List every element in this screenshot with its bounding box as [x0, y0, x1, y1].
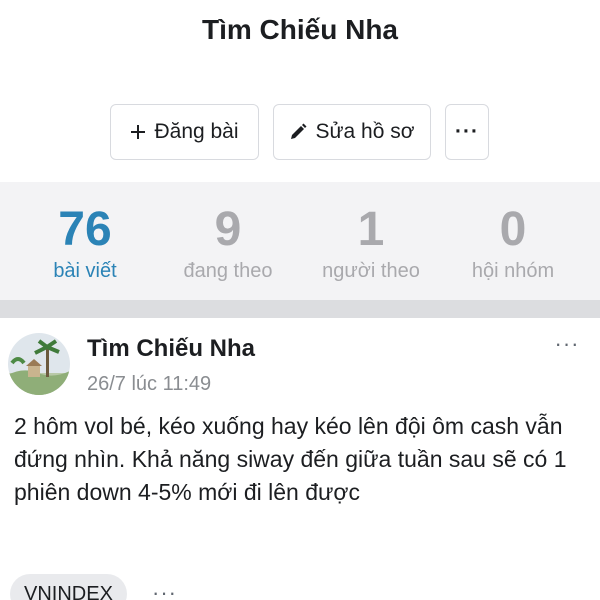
section-divider — [0, 300, 600, 318]
stat-posts-count: 76 — [58, 203, 112, 256]
post-timestamp[interactable]: 26/7 lúc 11:49 — [87, 373, 211, 396]
stat-following-count: 9 — [214, 203, 242, 256]
post-menu-icon[interactable]: ··· — [550, 333, 584, 358]
stat-followers-label: người theo — [322, 260, 420, 282]
post-card: Tìm Chiếu Nha 26/7 lúc 11:49 ··· 2 hôm v… — [0, 318, 600, 600]
avatar[interactable] — [8, 333, 70, 395]
edit-profile-label: Sửa hồ sơ — [315, 120, 415, 143]
post-content: 2 hôm vol bé, kéo xuống hay kéo lên đội … — [14, 413, 567, 505]
stat-groups[interactable]: 0 hội nhóm — [438, 182, 588, 300]
stat-groups-label: hội nhóm — [471, 260, 555, 282]
stat-followers-count: 1 — [357, 203, 385, 256]
more-icon: ··· — [455, 120, 479, 143]
create-post-button[interactable]: Đăng bài — [110, 104, 259, 160]
stat-posts[interactable]: 76 bài viết — [10, 182, 160, 300]
more-options-button[interactable]: ··· — [445, 104, 489, 160]
profile-name: Tìm Chiếu Nha — [201, 14, 398, 45]
post-tag[interactable]: VNINDEX — [10, 574, 127, 600]
stat-posts-label: bài viết — [53, 260, 117, 282]
stat-following[interactable]: 9 đang theo — [153, 182, 303, 300]
stat-following-label: đang theo — [183, 260, 273, 282]
post-author[interactable]: Tìm Chiếu Nha — [87, 335, 255, 363]
stat-groups-count: 0 — [499, 203, 527, 256]
pencil-icon — [289, 123, 307, 141]
profile-actions: Đăng bài Sửa hồ sơ ··· — [0, 104, 600, 160]
edit-profile-button[interactable]: Sửa hồ sơ — [273, 104, 431, 160]
create-post-label: Đăng bài — [154, 120, 239, 143]
profile-stats: 76 bài viết 9 đang theo 1 người theo 0 h… — [0, 182, 600, 300]
plus-icon — [130, 124, 146, 140]
stat-followers[interactable]: 1 người theo — [296, 182, 446, 300]
tag-more-icon[interactable]: ··· — [152, 580, 177, 600]
